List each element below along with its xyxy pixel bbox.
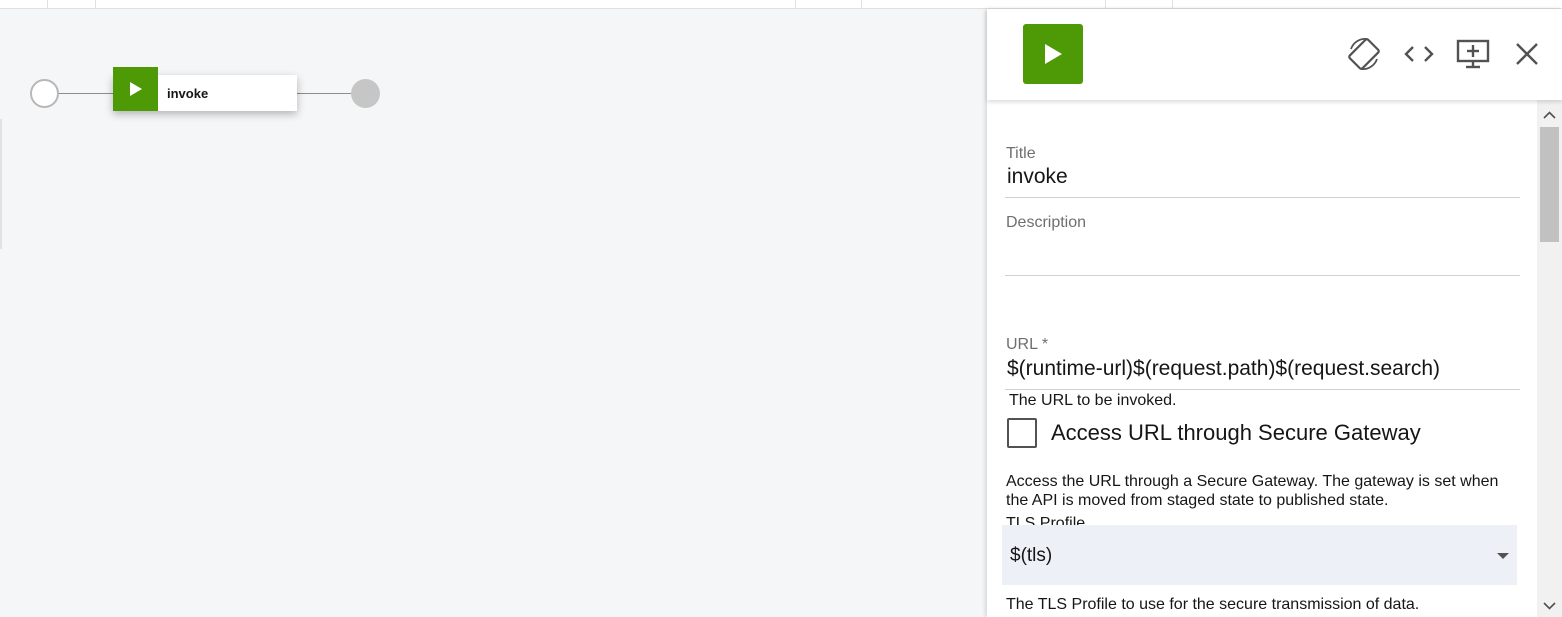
chevron-down-icon[interactable] <box>1543 599 1556 612</box>
add-screen-icon <box>1456 39 1490 69</box>
toolbar-divider <box>1105 0 1106 9</box>
policy-type-badge <box>1023 24 1083 84</box>
rotate-icon <box>1348 38 1380 70</box>
panel-scrollbar[interactable] <box>1537 100 1562 617</box>
top-toolbar-strip <box>0 0 1562 9</box>
code-icon <box>1404 46 1434 62</box>
toolbar-divider <box>795 0 796 9</box>
flow-end-node[interactable] <box>351 79 380 108</box>
url-underline <box>1005 389 1520 390</box>
url-label: URL * <box>1006 336 1049 353</box>
flow-connector <box>297 93 351 94</box>
add-to-screen-button[interactable] <box>1454 35 1492 73</box>
canvas-edge <box>0 119 2 249</box>
assembly-canvas[interactable]: invoke <box>0 9 987 617</box>
source-code-button[interactable] <box>1400 35 1438 73</box>
toolbar-divider <box>47 0 48 9</box>
url-input[interactable]: $(runtime-url)$(request.path)$(request.s… <box>1007 357 1440 381</box>
rotate-button[interactable] <box>1345 35 1383 73</box>
title-underline <box>1005 197 1520 198</box>
chevron-up-icon[interactable] <box>1543 108 1556 121</box>
properties-panel: Title invoke Description URL * $(runtime… <box>987 9 1562 617</box>
panel-header <box>987 9 1562 100</box>
caret-down-icon <box>1497 553 1509 559</box>
tls-profile-select[interactable]: $(tls) <box>1002 525 1517 585</box>
description-underline <box>1005 275 1520 276</box>
url-help-text: The URL to be invoked. <box>1009 392 1177 409</box>
close-panel-button[interactable] <box>1508 35 1546 73</box>
flow-connector <box>59 93 115 94</box>
node-label: invoke <box>167 85 209 101</box>
play-icon <box>1045 44 1062 64</box>
invoke-policy-node[interactable]: invoke <box>113 67 297 111</box>
toolbar-divider <box>861 0 862 9</box>
secure-gateway-help: Access the URL through a Secure Gateway.… <box>1006 473 1499 509</box>
scrollbar-thumb[interactable] <box>1540 127 1559 242</box>
tls-profile-value: $(tls) <box>1010 545 1053 566</box>
play-icon <box>113 67 158 111</box>
tls-profile-help: The TLS Profile to use for the secure tr… <box>1006 596 1420 613</box>
secure-gateway-checkbox[interactable] <box>1007 418 1037 448</box>
title-input[interactable]: invoke <box>1007 165 1068 189</box>
toolbar-divider <box>95 0 96 9</box>
close-icon <box>1516 43 1538 65</box>
flow-start-node[interactable] <box>30 79 59 108</box>
toolbar-divider <box>1172 0 1173 9</box>
title-label: Title <box>1006 145 1036 162</box>
panel-form: Title invoke Description URL * $(runtime… <box>987 100 1537 617</box>
description-label: Description <box>1006 214 1087 231</box>
secure-gateway-label[interactable]: Access URL through Secure Gateway <box>1051 420 1421 446</box>
